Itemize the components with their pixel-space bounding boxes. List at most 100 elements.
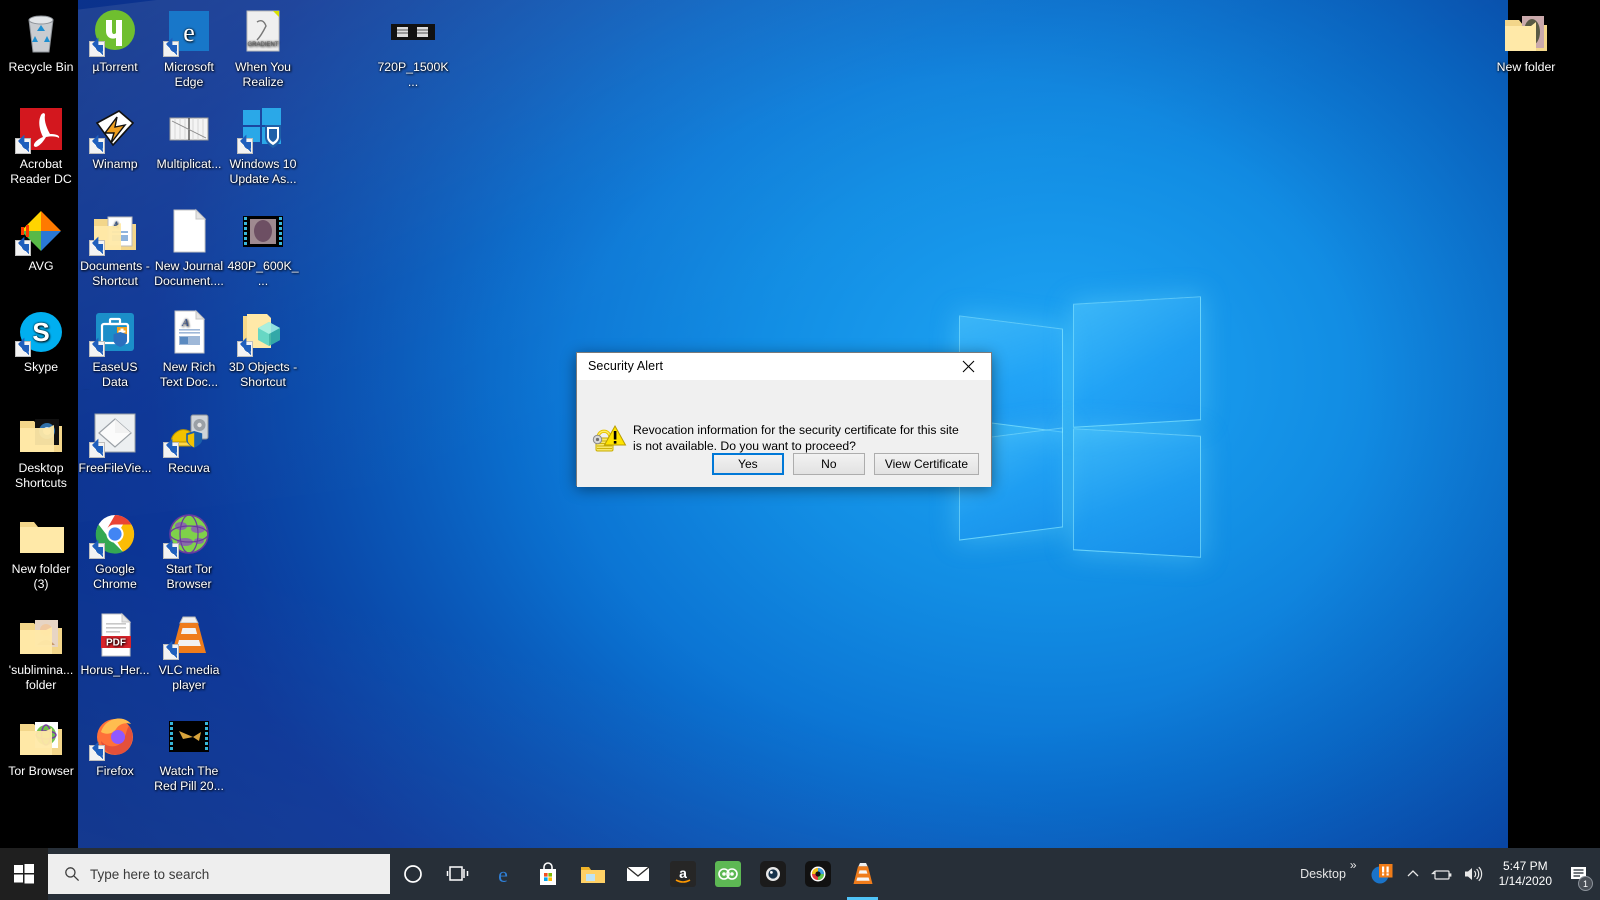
desktop-icon-desktop-shortcuts[interactable]: Desktop Shortcuts bbox=[4, 409, 78, 490]
camera-app-button[interactable] bbox=[750, 848, 795, 900]
battery-icon[interactable] bbox=[1427, 848, 1457, 900]
desktop-icon-google-chrome[interactable]: Google Chrome bbox=[78, 510, 152, 591]
shortcut-arrow-icon bbox=[89, 236, 105, 256]
close-icon[interactable] bbox=[946, 353, 991, 380]
desktop-icon-label: Documents - Shortcut bbox=[80, 259, 150, 288]
shortcut-arrow-icon bbox=[15, 337, 31, 357]
desktop-icon-subliminal-folder[interactable]: 'sublimina... folder bbox=[4, 611, 78, 692]
chevron-up-icon[interactable] bbox=[1399, 848, 1427, 900]
taskbar-app-buttons: ea bbox=[390, 848, 885, 900]
clock[interactable]: 5:47 PM 1/14/2020 bbox=[1489, 859, 1562, 889]
file-explorer-button[interactable] bbox=[570, 848, 615, 900]
microsoft-edge-icon: e bbox=[163, 8, 213, 57]
utorrent-icon bbox=[89, 8, 139, 57]
microsoft-store-button[interactable] bbox=[525, 848, 570, 900]
amazon-button[interactable]: a bbox=[660, 848, 705, 900]
480p-600k-video-icon bbox=[239, 207, 287, 255]
recuva-icon bbox=[163, 409, 213, 458]
desktop-icon-label: Microsoft Edge bbox=[164, 60, 214, 89]
desktop-icon-new-folder[interactable]: New folder bbox=[1489, 8, 1563, 75]
desktop-icon-freefileviewer[interactable]: FreeFileVie... bbox=[78, 409, 152, 476]
shortcut-arrow-icon bbox=[237, 337, 253, 357]
security-alert-tray-icon[interactable] bbox=[1365, 848, 1399, 900]
cortana-button[interactable] bbox=[390, 848, 435, 900]
desktop-icon-microsoft-edge[interactable]: e Microsoft Edge bbox=[152, 8, 226, 89]
desktop-icon-label: AVG bbox=[28, 259, 54, 273]
desktop-icon-label: Horus_Her... bbox=[80, 663, 150, 677]
desktop-icon-label: 'sublimina... folder bbox=[8, 663, 74, 692]
desktop-icon-label: EaseUS Data Recovery ... bbox=[82, 360, 148, 390]
desktop-icon-new-folder-3[interactable]: New folder (3) bbox=[4, 510, 78, 591]
desktop-icon-watch-the-red-pill[interactable]: Watch The Red Pill 20... bbox=[152, 712, 226, 793]
tripadvisor-button[interactable] bbox=[705, 848, 750, 900]
desktop-icon-recuva[interactable]: Recuva bbox=[152, 409, 226, 476]
action-center-button[interactable]: 1 bbox=[1562, 848, 1596, 900]
shortcut-arrow-icon bbox=[89, 438, 105, 458]
desktop-screen: Recycle Bin Acrobat Reader DC AVG S Skype Des… bbox=[0, 0, 1600, 900]
start-button[interactable] bbox=[0, 848, 48, 900]
desktop-icon-label: 480P_600K_... bbox=[227, 259, 299, 288]
yes-button[interactable]: Yes bbox=[711, 453, 784, 475]
dialog-body: Revocation information for the security … bbox=[577, 380, 991, 487]
avg-icon bbox=[15, 207, 65, 256]
svg-text:S: S bbox=[32, 317, 49, 347]
speaker-icon[interactable] bbox=[1457, 848, 1489, 900]
edge-icon: e bbox=[490, 861, 516, 887]
desktop-icon-label: VLC media player bbox=[158, 663, 220, 692]
desktop-icon-3d-objects-shortcut[interactable]: 3D Objects - Shortcut bbox=[226, 308, 300, 389]
desktop-icon-multiplication[interactable]: Multiplicat... bbox=[152, 105, 226, 172]
dialog-button-row: Yes No View Certificate bbox=[577, 453, 991, 475]
mail-envelope-icon bbox=[625, 864, 651, 884]
desktop-icon-utorrent[interactable]: µTorrent bbox=[78, 8, 152, 75]
desktop-icon-winamp[interactable]: Winamp bbox=[78, 105, 152, 172]
view-certificate-button[interactable]: View Certificate bbox=[873, 453, 979, 475]
freefileviewer-icon bbox=[89, 409, 139, 458]
desktop-icon-skype[interactable]: S Skype bbox=[4, 308, 78, 375]
security-alert-dialog: Security Alert Revocation information fo… bbox=[576, 352, 992, 487]
task-view-icon bbox=[446, 864, 470, 884]
vlc-taskbar-button[interactable] bbox=[840, 848, 885, 900]
multiplication-icon bbox=[165, 105, 213, 153]
svg-text:e: e bbox=[498, 862, 508, 887]
task-view-button[interactable] bbox=[435, 848, 480, 900]
desktop-icon-avg[interactable]: AVG bbox=[4, 207, 78, 274]
no-button[interactable]: No bbox=[792, 453, 865, 475]
desktop-icon-label: 3D Objects - Shortcut bbox=[228, 360, 298, 389]
desktop-peek-label[interactable]: Desktop bbox=[1290, 867, 1350, 881]
search-input[interactable]: Type here to search bbox=[48, 854, 390, 894]
action-center-badge: 1 bbox=[1578, 876, 1593, 891]
desktop-icon-new-rich-text-document[interactable]: A New Rich Text Doc... bbox=[152, 308, 226, 389]
desktop-icon-start-tor-browser[interactable]: Start Tor Browser bbox=[152, 510, 226, 591]
security-warning-padlock-icon bbox=[591, 418, 627, 454]
desktop-icon-acrobat-reader-dc[interactable]: Acrobat Reader DC bbox=[4, 105, 78, 186]
desktop-icon-vlc-media-player[interactable]: VLC media player bbox=[152, 611, 226, 692]
horus-her-pdf-icon: PDF bbox=[91, 611, 139, 659]
desktop-shortcuts-icon bbox=[17, 409, 65, 457]
desktop-icon-windows-10-update-assistant[interactable]: Windows 10 Update As... bbox=[226, 105, 300, 186]
desktop-icon-new-journal-document[interactable]: New Journal Document.... bbox=[152, 207, 226, 288]
desktop-icon-720p-1500k-video[interactable]: 720P_1500K... bbox=[376, 8, 450, 89]
desktop-icon-documents-shortcut[interactable]: A Documents - Shortcut bbox=[78, 207, 152, 288]
svg-text:a: a bbox=[679, 865, 687, 881]
microsoft-edge-button[interactable]: e bbox=[480, 848, 525, 900]
desktop-icon-label: Skype bbox=[23, 360, 59, 374]
desktop-icon-label: Desktop Shortcuts bbox=[15, 461, 67, 490]
new-journal-document-icon bbox=[165, 207, 213, 255]
tray-overflow-icon[interactable]: » bbox=[1350, 858, 1365, 880]
desktop-icon-label: Recuva bbox=[168, 461, 210, 475]
recycle-bin-icon bbox=[17, 8, 65, 56]
colorful-eye-button[interactable] bbox=[795, 848, 840, 900]
mail-button[interactable] bbox=[615, 848, 660, 900]
easeus-data-recovery-icon bbox=[89, 308, 139, 357]
desktop-icon-easeus-data-recovery[interactable]: EaseUS Data Recovery ... bbox=[78, 308, 152, 390]
start-tor-browser-icon bbox=[163, 510, 213, 559]
desktop-icon-horus-her-pdf[interactable]: PDF Horus_Her... bbox=[78, 611, 152, 678]
acrobat-reader-dc-icon bbox=[15, 105, 65, 154]
taskbar: Type here to search ea Desktop » 5:47 PM… bbox=[0, 848, 1600, 900]
desktop-icon-label: Acrobat Reader DC bbox=[10, 157, 72, 186]
desktop-icon-480p-600k-video[interactable]: 480P_600K_... bbox=[226, 207, 300, 288]
desktop-icon-tor-browser-folder[interactable]: Tor Browser bbox=[4, 712, 78, 779]
desktop-icon-when-you-realize[interactable]: GRADIENT When You Realize bbox=[226, 8, 300, 89]
desktop-icon-recycle-bin[interactable]: Recycle Bin bbox=[4, 8, 78, 75]
desktop-icon-firefox[interactable]: Firefox bbox=[78, 712, 152, 779]
